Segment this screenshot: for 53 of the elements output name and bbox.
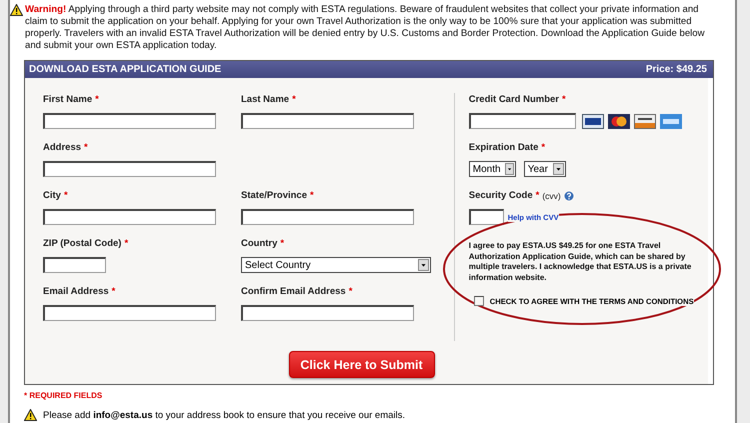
card-logo-icon bbox=[634, 114, 656, 128]
field-label: First Name bbox=[43, 93, 92, 107]
dropdown[interactable]: Year bbox=[524, 161, 566, 177]
required-mark: * bbox=[292, 93, 296, 107]
input-field[interactable] bbox=[43, 209, 216, 225]
input-field[interactable] bbox=[43, 161, 216, 177]
warning-icon bbox=[24, 409, 37, 421]
input-field[interactable] bbox=[468, 113, 576, 129]
price-label: Price: $49.25 bbox=[646, 64, 707, 75]
email-note: Please add info@esta.us to your address book to ensure that you receive our emails. bbox=[43, 410, 406, 420]
required-mark: * bbox=[280, 237, 284, 251]
required-mark: * bbox=[562, 93, 566, 107]
field-label: Country bbox=[241, 237, 278, 251]
input-field[interactable] bbox=[241, 209, 414, 225]
help-icon[interactable] bbox=[564, 191, 574, 201]
input-field[interactable] bbox=[43, 305, 216, 321]
panel-title: DOWNLOAD ESTA APPLICATION GUIDE bbox=[29, 64, 222, 75]
field-label: Last Name bbox=[241, 93, 290, 107]
terms-checkbox[interactable] bbox=[474, 296, 484, 306]
required-mark: * bbox=[536, 189, 540, 203]
required-mark: * bbox=[124, 237, 128, 251]
dropdown[interactable]: Select Country bbox=[241, 257, 431, 273]
field-label: Security Code bbox=[468, 189, 533, 203]
required-mark: * bbox=[348, 285, 352, 299]
required-mark: * bbox=[112, 285, 116, 299]
field-label: State/Province bbox=[241, 189, 307, 203]
field-label: Credit Card Number bbox=[468, 93, 559, 107]
required-mark: * bbox=[541, 141, 546, 155]
required-mark: * bbox=[64, 189, 68, 203]
submit-button[interactable]: Click Here to Submit bbox=[288, 351, 434, 378]
field-label: Address bbox=[43, 141, 82, 155]
input-field[interactable] bbox=[43, 257, 106, 273]
input-field[interactable] bbox=[241, 113, 414, 129]
required-fields-note: * REQUIRED FIELDS bbox=[24, 391, 102, 400]
card-logo-icon bbox=[660, 114, 682, 128]
field-label: Email Address bbox=[43, 285, 109, 299]
card-logo-icon bbox=[608, 114, 630, 128]
field-hint: (cvv) bbox=[542, 190, 561, 203]
warning-text: Warning! Applying through a third party website may not comply with ESTA regulations. Beware of fraudulent websites that collect your private information and claim to submit the application on your behalf. Applying for your own Travel Authorization is the only way to be 100% sure that your application was submitted properly. Travelers with an invalid ESTA Travel Authorization will be denied entry by U.S. Customs and Border Protection. Download the Application Guide below and submit your own ESTA application today. bbox=[25, 4, 706, 52]
input-field[interactable] bbox=[468, 209, 504, 225]
input-field[interactable] bbox=[43, 113, 216, 129]
field-label: Expiration Date bbox=[468, 141, 538, 155]
required-mark: * bbox=[95, 93, 99, 107]
field-label: ZIP (Postal Code) bbox=[43, 237, 122, 251]
card-logo-icon bbox=[582, 114, 604, 128]
field-label: City bbox=[43, 189, 61, 203]
field-label: Confirm Email Address bbox=[241, 285, 346, 299]
required-mark: * bbox=[84, 141, 88, 155]
warning-icon bbox=[10, 4, 23, 16]
required-mark: * bbox=[310, 189, 314, 203]
agreement-text: I agree to pay ESTA.US $49.25 for one ESTA Travel Authorization Application Guide, which can be shared by multiple travelers. I acknowledge that ESTA.US is a private information website. bbox=[468, 241, 692, 283]
dropdown[interactable]: Month bbox=[468, 161, 516, 177]
input-field[interactable] bbox=[241, 305, 414, 321]
